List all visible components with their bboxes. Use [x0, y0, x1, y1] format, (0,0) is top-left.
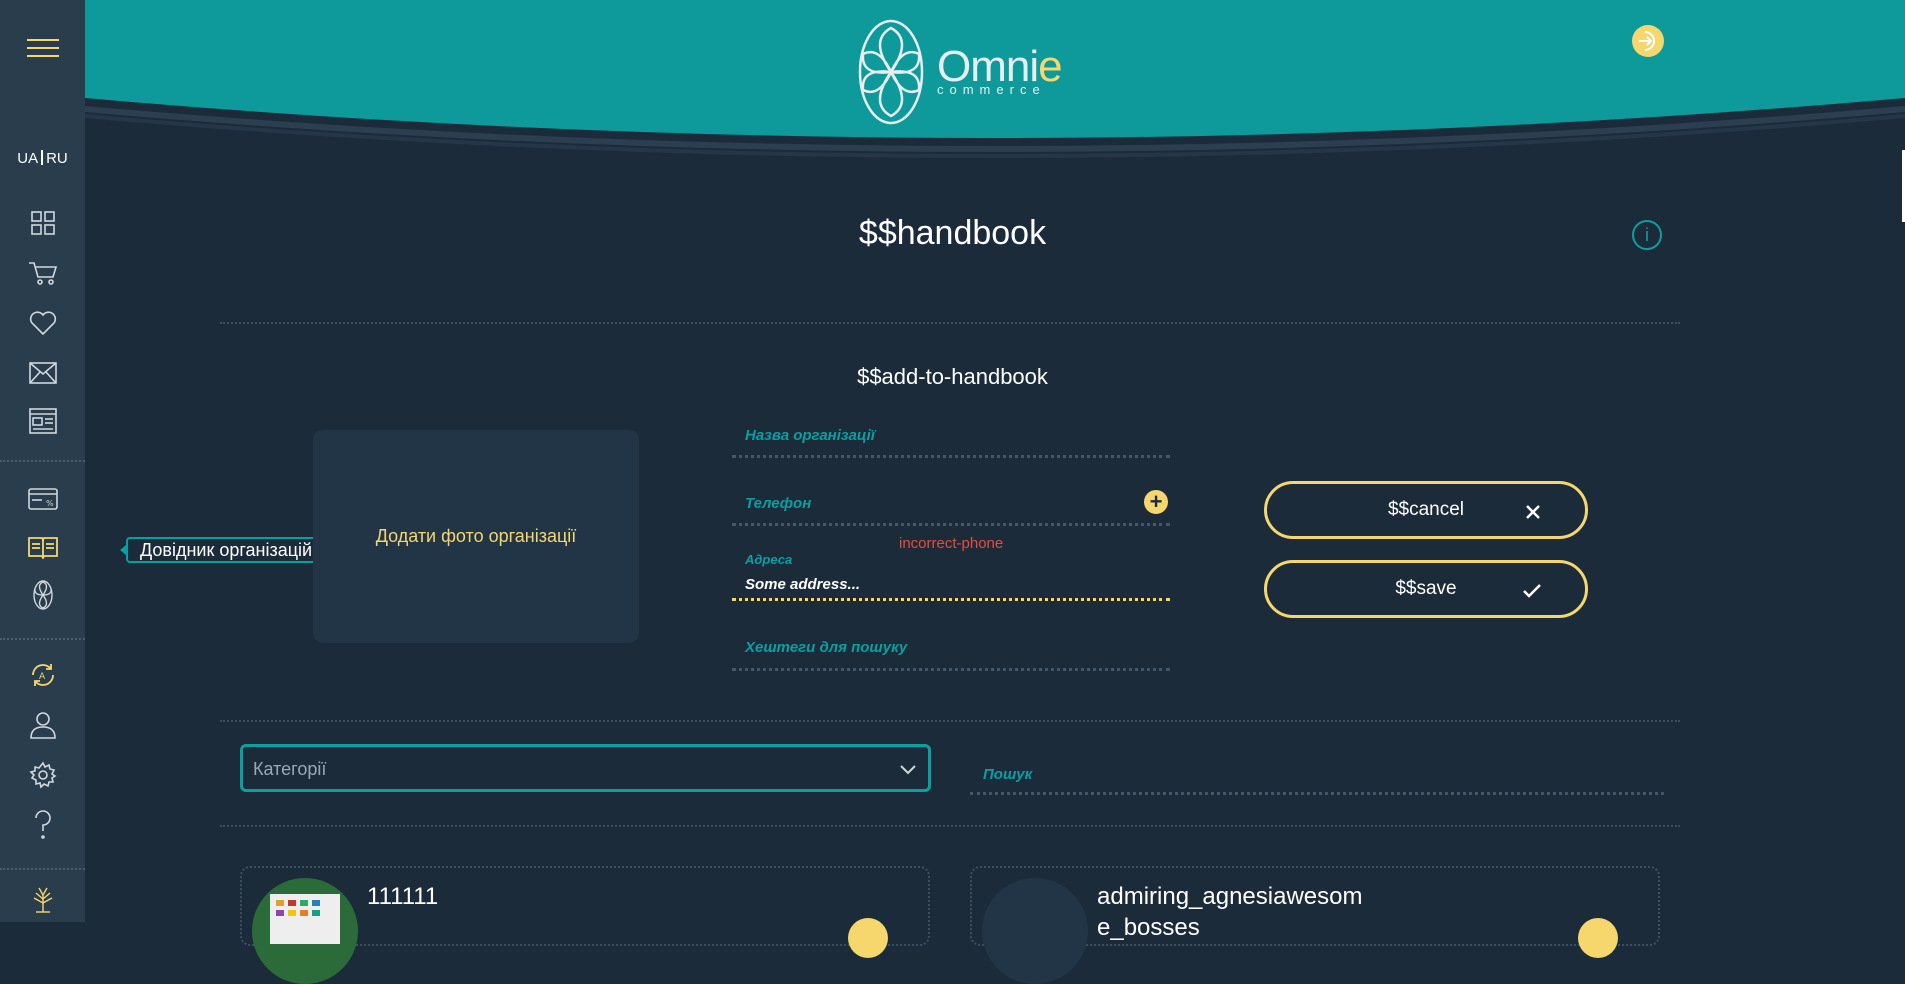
- search-placeholder: Пошук: [983, 766, 1033, 783]
- sidebar-divider: [0, 638, 85, 640]
- sidebar: UA RU % Довідник організацій A: [0, 0, 327, 922]
- sidebar-divider: [0, 460, 85, 462]
- settings-icon[interactable]: [0, 760, 85, 790]
- handbook-icon[interactable]: [0, 532, 85, 562]
- close-icon: [1526, 505, 1540, 519]
- address-field[interactable]: Адреса Some address...: [732, 552, 1170, 601]
- lang-ua[interactable]: UA: [17, 150, 38, 167]
- org-badge[interactable]: [848, 918, 888, 958]
- add-photo-box[interactable]: Додати фото організації: [313, 430, 639, 643]
- login-icon: [1639, 31, 1655, 51]
- phone-field[interactable]: Телефон: [732, 493, 1170, 526]
- add-phone-button[interactable]: +: [1144, 490, 1168, 514]
- address-value: Some address...: [745, 576, 861, 593]
- save-button[interactable]: $$save: [1264, 560, 1588, 618]
- tree-icon[interactable]: [0, 884, 85, 914]
- category-placeholder: Категорії: [253, 759, 327, 779]
- divider: [220, 720, 1680, 722]
- phone-error: incorrect-phone: [899, 535, 1004, 552]
- add-photo-label: Додати фото організації: [375, 526, 577, 546]
- address-label: Адреса: [745, 552, 793, 567]
- info-icon[interactable]: i: [1632, 220, 1662, 250]
- cart-icon[interactable]: [0, 258, 85, 288]
- logo-subtitle: commerce: [937, 82, 1046, 97]
- menu-icon[interactable]: [0, 30, 85, 66]
- user-icon[interactable]: [0, 710, 85, 740]
- page-title: $$handbook: [858, 214, 1047, 252]
- cancel-button[interactable]: $$cancel: [1264, 481, 1588, 539]
- org-avatar: [982, 878, 1088, 984]
- org-badge[interactable]: [1578, 918, 1618, 958]
- save-label: $$save: [1395, 578, 1457, 599]
- org-card[interactable]: admiring_agnesiawesom e_bosses: [970, 866, 1660, 984]
- org-subtitle: e_bosses: [1097, 914, 1200, 941]
- phone-placeholder: Телефон: [745, 495, 812, 512]
- section-title: $$add-to-handbook: [857, 364, 1048, 389]
- hashtags-field[interactable]: Хештеги для пошуку: [732, 638, 1170, 671]
- news-icon[interactable]: [0, 406, 85, 436]
- lang-ru[interactable]: RU: [46, 150, 68, 167]
- help-icon[interactable]: [0, 810, 85, 840]
- svg-text:%: %: [46, 499, 54, 508]
- svg-text:A: A: [39, 672, 46, 682]
- org-name-field[interactable]: Назва організації: [732, 425, 1170, 458]
- omnie-flower-icon[interactable]: [0, 578, 85, 612]
- login-button[interactable]: [1632, 25, 1664, 57]
- org-card[interactable]: 111111: [240, 866, 930, 984]
- chevron-down-icon: [900, 765, 916, 775]
- check-icon: [1523, 584, 1541, 598]
- org-name: 111111: [367, 883, 439, 910]
- search-field[interactable]: Пошук: [970, 766, 1664, 795]
- hashtags-placeholder: Хештеги для пошуку: [745, 639, 908, 656]
- divider: [220, 322, 1680, 324]
- category-select[interactable]: Категорії: [240, 744, 931, 792]
- cancel-label: $$cancel: [1387, 499, 1465, 520]
- sidebar-divider: [0, 868, 85, 870]
- language-switcher: UA RU: [0, 150, 85, 167]
- divider: [220, 825, 1680, 827]
- payment-card-icon[interactable]: %: [0, 484, 85, 514]
- org-name: admiring_agnesiawesom: [1097, 883, 1363, 910]
- org-name-placeholder: Назва організації: [745, 427, 875, 444]
- org-avatar: [252, 878, 358, 984]
- sidebar-tooltip: Довідник організацій: [119, 537, 327, 563]
- heart-icon[interactable]: [0, 308, 85, 338]
- sync-icon[interactable]: A: [0, 660, 85, 690]
